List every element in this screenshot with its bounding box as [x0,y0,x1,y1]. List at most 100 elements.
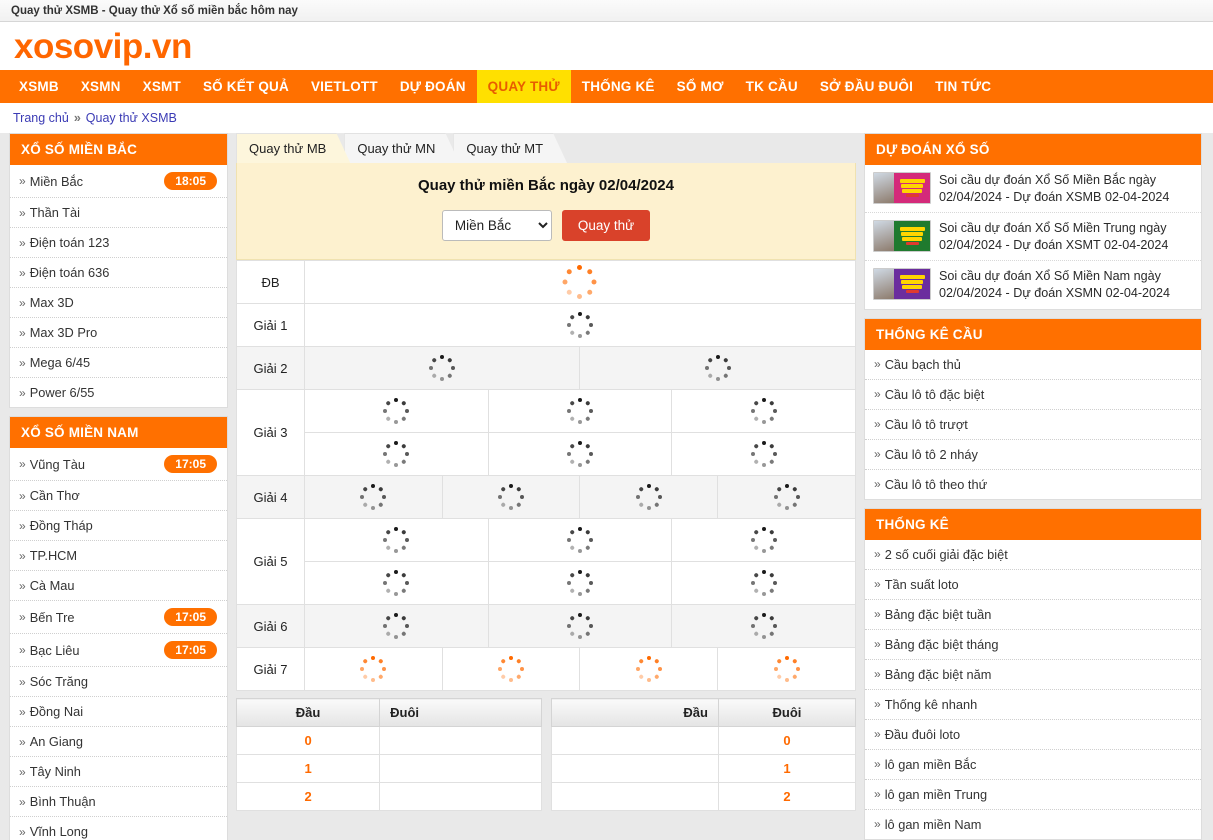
sidebar-item-b-n-tre[interactable]: » Bến Tre 17:05 [10,601,227,634]
tab-1[interactable]: Quay thử MN [344,133,459,163]
loading-spinner-icon [360,484,387,510]
sidebar-item-c-u-l-t-2-nh-y[interactable]: » Cầu lô tô 2 nháy [865,440,1201,470]
nav-item-2[interactable]: XSMT [132,70,192,103]
chevron-right-icon: » [19,764,26,779]
sidebar-item-l-gan-mi-n-b-c[interactable]: » lô gan miền Bắc [865,750,1201,780]
loading-spinner-icon [562,265,597,299]
duoi-cell: 1 [717,754,857,783]
sidebar-item-c-u-l-t-tr-t[interactable]: » Cầu lô tô trượt [865,410,1201,440]
sidebar-item-mi-n-b-c[interactable]: » Miền Bắc 18:05 [10,165,227,198]
prediction-item[interactable]: Soi cầu dự đoán Xổ Số Miền Trung ngày 02… [865,213,1201,262]
sidebar-item-b-nh-thu-n[interactable]: » Bình Thuận [10,787,227,817]
sidebar-item-c-u-b-ch-th-[interactable]: » Cầu bạch thủ [865,350,1201,380]
sidebar-item-label: Bến Tre [29,609,75,625]
chevron-right-icon: » [19,265,26,280]
sidebar-item-v-nh-long[interactable]: » Vĩnh Long [10,817,227,840]
sidebar-item-th-n-t-i[interactable]: » Thần Tài [10,198,227,228]
sidebar-item--i-n-to-n-123[interactable]: » Điện toán 123 [10,228,227,258]
breadcrumb-current[interactable]: Quay thử XSMB [86,111,177,125]
prize-number-cell [304,647,443,691]
sidebar-link-list: » Miền Bắc 18:05» Thần Tài» Điện toán 123» Đi… [10,165,227,407]
dau-cell: 1 [235,754,381,783]
prize-number-cell [487,561,673,605]
loading-spinner-icon [429,355,456,381]
nav-item-4[interactable]: VIETLOTT [300,70,389,103]
prediction-thumbnail [873,268,931,301]
site-logo[interactable]: xosovip.vn [14,29,192,64]
sidebar-item-s-c-tr-ng[interactable]: » Sóc Trăng [10,667,227,697]
thongke-box: THỐNG KÊ » 2 số cuối giải đặc biệt» Tần su… [864,507,1202,840]
nav-item-9[interactable]: TK CẦU [735,70,809,103]
sidebar-item-label: Miền Bắc [29,173,84,189]
table-header-row: Đầu Đuôi [235,698,542,727]
sidebar-item-tp-hcm[interactable]: » TP.HCM [10,541,227,571]
nav-item-1[interactable]: XSMN [70,70,132,103]
sidebar-item-t-n-su-t-loto[interactable]: » Tần suất loto [865,570,1201,600]
nav-item-3[interactable]: SỐ KẾT QUẢ [192,70,300,103]
sidebar-item-b-ng-c-bi-t-tu-n[interactable]: » Bảng đặc biệt tuần [865,600,1201,630]
region-select[interactable]: Miền Bắc [441,210,552,241]
nav-item-11[interactable]: TIN TỨC [924,70,1002,103]
main-navigation: XSMB XSMN XSMT SỐ KẾT QUẢ VIETLOTT DỰ ĐOÁN QUA… [0,70,1213,103]
loading-spinner-icon [383,527,410,553]
sidebar-item-b-ng-c-bi-t-n-m[interactable]: » Bảng đặc biệt năm [865,660,1201,690]
loading-spinner-icon [566,441,593,467]
col-header-duoi: Đuôi [379,698,542,727]
sidebar-item-c-n-th-[interactable]: » Cần Thơ [10,481,227,511]
sidebar-item-l-gan-mi-n-nam[interactable]: » lô gan miền Nam [865,810,1201,839]
tab-0[interactable]: Quay thử MB [236,133,350,163]
sidebar-item-t-y-ninh[interactable]: » Tây Ninh [10,757,227,787]
prediction-item-text: Soi cầu dự đoán Xổ Số Miền Bắc ngày 02/0… [939,173,1170,204]
prize-number-cell [671,561,856,605]
nav-item-6[interactable]: QUAY THỬ [476,70,571,103]
sidebar-item-mega-6-45[interactable]: » Mega 6/45 [10,348,227,378]
sidebar-item--i-n-to-n-636[interactable]: » Điện toán 636 [10,258,227,288]
sidebar-item-c-mau[interactable]: » Cà Mau [10,571,227,601]
draw-time-badge: 17:05 [164,455,217,473]
loading-spinner-icon [383,441,410,467]
nav-item-8[interactable]: SỔ MƠ [666,70,735,103]
sidebar-item--ng-th-p[interactable]: » Đồng Tháp [10,511,227,541]
sidebar-item-c-u-l-t-theo-th-[interactable]: » Cầu lô tô theo thứ [865,470,1201,499]
chevron-right-icon: » [874,727,881,742]
chevron-right-icon: » [19,235,26,250]
prize-label: Giải 5 [236,518,305,605]
sidebar-item-b-c-li-u[interactable]: » Bạc Liêu 17:05 [10,634,227,667]
sidebar-item-v-ng-t-u[interactable]: » Vũng Tàu 17:05 [10,448,227,481]
chevron-right-icon: » [19,643,26,657]
loading-spinner-icon [704,355,731,381]
nav-item-7[interactable]: THỐNG KÊ [571,70,666,103]
prediction-item-text: Soi cầu dự đoán Xổ Số Miền Trung ngày 02… [939,221,1169,252]
loading-spinner-icon [750,398,777,424]
prediction-list: Soi cầu dự đoán Xổ Số Miền Bắc ngày 02/0… [865,165,1201,309]
sidebar-item--ng-nai[interactable]: » Đồng Nai [10,697,227,727]
table-row: 1 [550,754,857,783]
results-row: Giải 5 [236,518,856,605]
sidebar-item-c-u-l-t-c-bi-t[interactable]: » Cầu lô tô đặc biệt [865,380,1201,410]
loading-spinner-icon [635,484,662,510]
sidebar-item-l-gan-mi-n-trung[interactable]: » lô gan miền Trung [865,780,1201,810]
nav-item-5[interactable]: DỰ ĐOÁN [389,70,477,103]
sidebar-item-an-giang[interactable]: » An Giang [10,727,227,757]
sidebar-item-b-ng-c-bi-t-th-ng[interactable]: » Bảng đặc biệt tháng [865,630,1201,660]
sidebar-item-max-3d[interactable]: » Max 3D [10,288,227,318]
sidebar-item--u-u-i-loto[interactable]: » Đầu đuôi loto [865,720,1201,750]
sidebar-item-label: Vĩnh Long [29,824,89,839]
thongke-list: » 2 số cuối giải đặc biệt» Tần suất loto» B… [865,540,1201,839]
nav-item-0[interactable]: XSMB [8,70,70,103]
sidebar-section-1: XỔ SỐ MIỀN NAM» Vũng Tàu 17:05» Cần Thơ» Đồn… [9,416,228,840]
prize-number-cell [304,389,489,433]
chevron-right-icon: » [874,637,881,652]
tab-2[interactable]: Quay thử MT [453,133,567,163]
quay-thu-button[interactable]: Quay thử [561,210,651,241]
sidebar-item-max-3d-pro[interactable]: » Max 3D Pro [10,318,227,348]
sidebar-item-power-6-55[interactable]: » Power 6/55 [10,378,227,407]
duoi-cell [379,754,542,783]
breadcrumb-home[interactable]: Trang chủ [13,111,69,125]
sidebar-item-th-ng-k-nhanh[interactable]: » Thống kê nhanh [865,690,1201,720]
prediction-item[interactable]: Soi cầu dự đoán Xổ Số Miền Nam ngày 02/0… [865,261,1201,308]
nav-item-10[interactable]: SỞ ĐẦU ĐUÔI [809,70,924,103]
prediction-item[interactable]: Soi cầu dự đoán Xổ Số Miền Bắc ngày 02/0… [865,165,1201,214]
duoi-cell: 2 [717,782,857,811]
sidebar-item-2-s-cu-i-gi-i-c-bi-t[interactable]: » 2 số cuối giải đặc biệt [865,540,1201,570]
